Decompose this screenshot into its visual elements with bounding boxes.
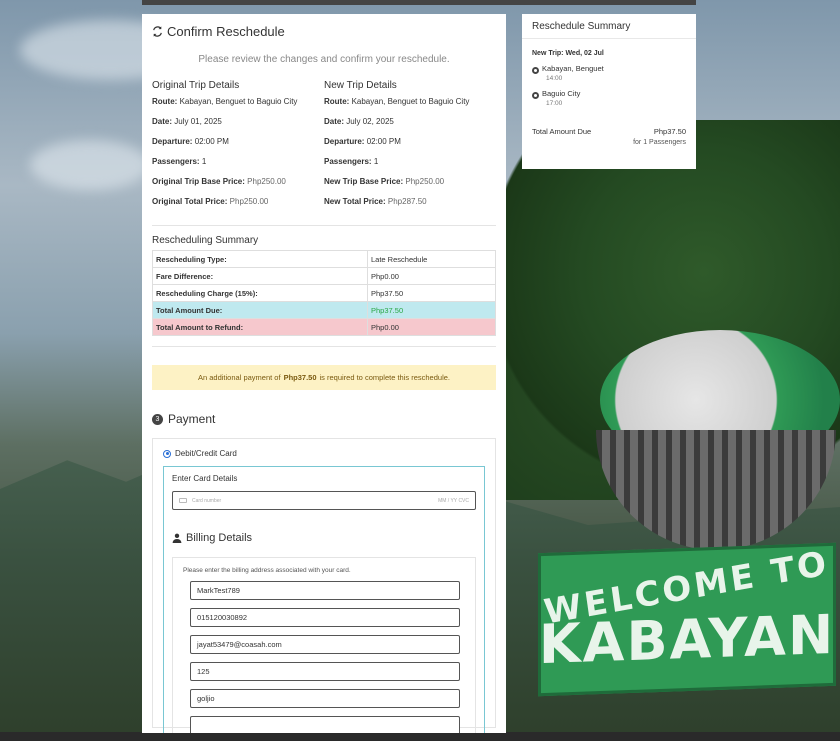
billing-city-field[interactable]: goljio bbox=[190, 689, 460, 708]
billing-note: Please enter the billing address associa… bbox=[183, 567, 351, 574]
bottom-bar bbox=[0, 732, 840, 741]
rescheduling-summary-heading: Rescheduling Summary bbox=[152, 235, 259, 246]
original-base-price: Original Trip Base Price: Php250.00 bbox=[152, 177, 286, 186]
stop-time: 14:00 bbox=[546, 75, 563, 82]
new-total-price: New Total Price: Php287.50 bbox=[324, 197, 427, 206]
rescheduling-summary-table: Rescheduling Type: Late Reschedule Fare D… bbox=[152, 250, 496, 336]
debit-credit-radio[interactable] bbox=[163, 449, 171, 458]
table-row: Rescheduling Charge (15%): Php37.50 bbox=[152, 284, 496, 302]
card-number-input[interactable]: Card number MM / YY CVC bbox=[172, 491, 476, 510]
destination-stop: Baguio City 17:00 bbox=[532, 89, 686, 107]
confirm-title-text: Confirm Reschedule bbox=[167, 23, 285, 39]
billing-phone-field[interactable]: 015120030892 bbox=[190, 608, 460, 627]
original-route: Route: Kabayan, Benguet to Baguio City bbox=[152, 97, 298, 106]
origin-stop: Kabayan, Benguet 14:00 bbox=[532, 64, 686, 82]
billing-title: Billing Details bbox=[186, 532, 253, 544]
debit-credit-option[interactable]: Debit/Credit Card bbox=[163, 449, 485, 458]
billing-heading: Billing Details bbox=[172, 532, 476, 544]
new-route: Route: Kabayan, Benguet to Baguio City bbox=[324, 97, 470, 106]
card-details-title: Enter Card Details bbox=[172, 474, 238, 483]
new-date: Date: July 02, 2025 bbox=[324, 117, 394, 126]
billing-next-field[interactable] bbox=[190, 716, 460, 733]
original-total-price: Original Total Price: Php250.00 bbox=[152, 197, 269, 206]
section-divider bbox=[152, 225, 496, 226]
refresh-icon bbox=[153, 25, 162, 37]
billing-email-field[interactable]: jayat53479@coasah.com bbox=[190, 635, 460, 654]
stop-place: Kabayan, Benguet bbox=[542, 64, 604, 73]
additional-payment-alert: An additional payment of Php37.50 is req… bbox=[152, 365, 496, 390]
payment-heading: 3 Payment bbox=[152, 412, 496, 426]
side-total-label: Total Amount Due bbox=[532, 127, 592, 136]
stop-place: Baguio City bbox=[542, 89, 581, 98]
side-total-sub: for 1 Passengers bbox=[633, 139, 686, 146]
billing-address-line-field[interactable]: 125 bbox=[190, 662, 460, 681]
confirm-subtitle: Please review the changes and confirm yo… bbox=[198, 54, 450, 65]
new-departure: Departure: 02:00 PM bbox=[324, 137, 401, 146]
original-date: Date: July 01, 2025 bbox=[152, 117, 222, 126]
summary-divider bbox=[152, 346, 496, 347]
card-expiry-cvc-placeholder: MM / YY CVC bbox=[438, 497, 469, 504]
billing-form: Please enter the billing address associa… bbox=[172, 557, 476, 733]
side-summary-title: Reschedule Summary bbox=[522, 14, 696, 39]
total-due-row: Total Amount Due: Php37.50 bbox=[152, 301, 496, 319]
payment-title: Payment bbox=[168, 412, 216, 426]
stop-marker-icon bbox=[532, 92, 539, 99]
welcome-sign: WELCOME TO KABAYAN bbox=[538, 542, 836, 697]
user-icon bbox=[172, 533, 182, 543]
credit-card-icon bbox=[179, 498, 187, 503]
card-details-panel: Enter Card Details Card number MM / YY C… bbox=[163, 466, 485, 733]
reschedule-summary-card: Reschedule Summary New Trip: Wed, 02 Jul… bbox=[522, 14, 696, 169]
table-row: Fare Difference: Php0.00 bbox=[152, 267, 496, 285]
table-row: Rescheduling Type: Late Reschedule bbox=[152, 250, 496, 268]
new-trip-details: New Trip Details Route: Kabayan, Benguet… bbox=[324, 80, 496, 217]
confirm-reschedule-card: Confirm Reschedule Please review the cha… bbox=[142, 14, 506, 733]
total-refund-row: Total Amount to Refund: Php0.00 bbox=[152, 318, 496, 336]
step-number: 3 bbox=[152, 413, 163, 425]
new-passengers: Passengers: 1 bbox=[324, 157, 379, 166]
payment-box: Debit/Credit Card Enter Card Details Car… bbox=[152, 438, 496, 733]
original-departure: Departure: 02:00 PM bbox=[152, 137, 229, 146]
side-total: Total Amount Due Php37.50 for 1 Passenge… bbox=[532, 127, 686, 146]
original-trip-heading: Original Trip Details bbox=[152, 80, 240, 91]
card-number-placeholder: Card number bbox=[192, 497, 222, 504]
stop-marker-icon bbox=[532, 67, 539, 74]
original-trip-details: Original Trip Details Route: Kabayan, Be… bbox=[152, 80, 324, 217]
side-total-amount: Php37.50 bbox=[653, 127, 686, 136]
debit-credit-label: Debit/Credit Card bbox=[175, 449, 237, 458]
confirm-title: Confirm Reschedule bbox=[152, 22, 496, 40]
stop-time: 17:00 bbox=[546, 100, 563, 107]
new-trip-heading: New Trip Details bbox=[324, 80, 397, 91]
top-bar bbox=[142, 0, 696, 5]
billing-name-field[interactable]: MarkTest789 bbox=[190, 581, 460, 600]
original-passengers: Passengers: 1 bbox=[152, 157, 207, 166]
new-base-price: New Trip Base Price: Php250.00 bbox=[324, 177, 445, 186]
new-trip-date: New Trip: Wed, 02 Jul bbox=[532, 50, 604, 57]
